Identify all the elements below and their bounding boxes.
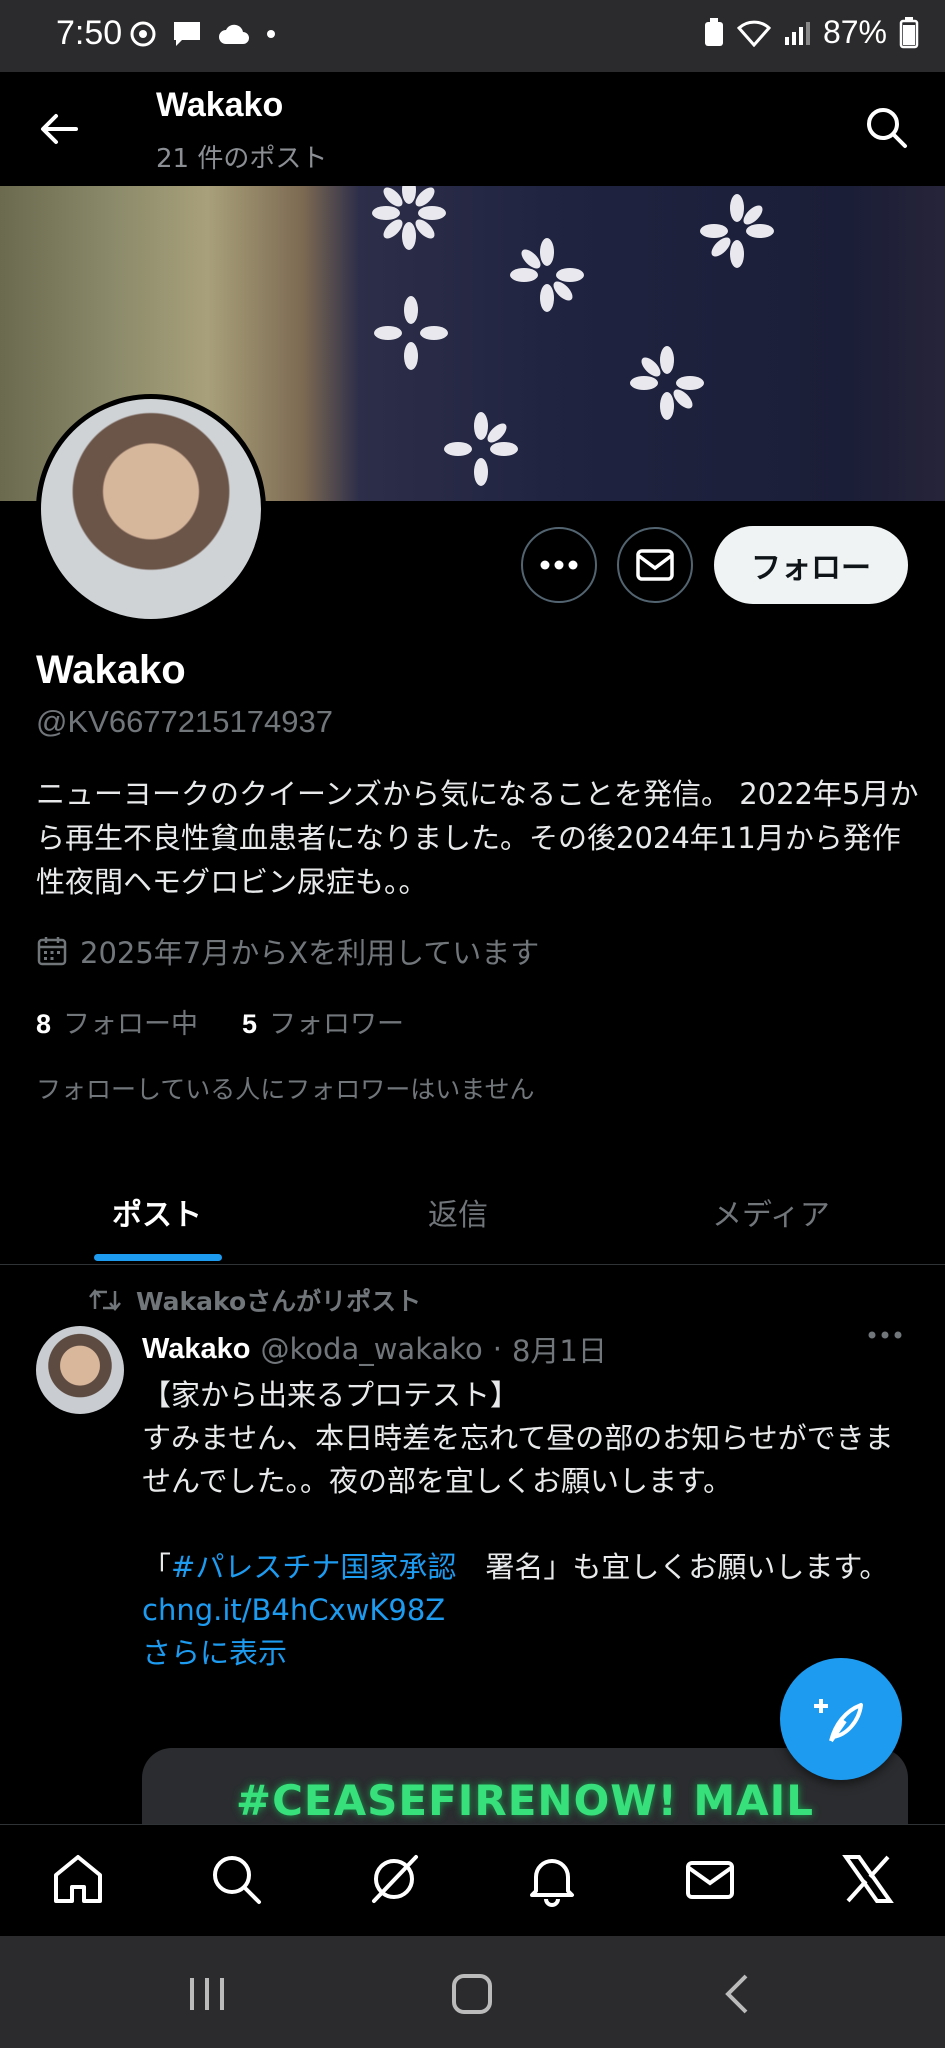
post-header: Wakako @koda_wakako · 8月1日 — [142, 1328, 607, 1370]
tab-replies[interactable]: 返信 — [428, 1190, 488, 1234]
banner-flower-decoration — [374, 296, 448, 370]
app-header: Wakako 21 件のポスト — [0, 72, 945, 186]
post-separator: · — [492, 1332, 502, 1366]
bottom-navigation — [0, 1824, 945, 1937]
post-author-avatar[interactable] — [36, 1326, 124, 1414]
message-button[interactable] — [617, 527, 693, 603]
followers-label: フォロワー — [269, 1009, 405, 1040]
back-arrow-icon[interactable] — [36, 106, 82, 152]
header-title: Wakako — [156, 86, 284, 124]
search-icon[interactable] — [208, 1851, 264, 1907]
tab-media[interactable]: メディア — [712, 1190, 830, 1234]
followers-count: 5 — [242, 1009, 258, 1039]
home-icon[interactable] — [50, 1851, 106, 1907]
profile-avatar[interactable] — [36, 394, 266, 624]
banner-flower-decoration — [510, 238, 584, 312]
post-more-icon[interactable] — [867, 1330, 903, 1340]
banner-flower-decoration — [630, 346, 704, 420]
wifi-icon — [736, 20, 771, 47]
show-more-link[interactable]: さらに表示 — [142, 1632, 912, 1675]
joined-text: 2025年7月からXを利用しています — [80, 936, 540, 970]
post-body[interactable]: 【家から出来るプロテスト】 すみません、本日時差を忘れて昼の部のお知らせができま… — [142, 1374, 912, 1675]
compose-post-button[interactable] — [780, 1658, 902, 1780]
system-navigation-bar — [0, 1936, 945, 2048]
active-tab-indicator — [94, 1254, 222, 1261]
post-link[interactable]: chng.it/B4hCxwK98Z — [142, 1589, 912, 1632]
battery-saver-icon — [704, 17, 723, 46]
post-author-handle[interactable]: @koda_wakako — [261, 1332, 483, 1366]
profile-handle: @KV6677215174937 — [36, 704, 333, 739]
back-button-icon[interactable] — [722, 1972, 752, 2016]
status-notification-icons — [130, 20, 276, 48]
compose-feather-icon — [814, 1699, 863, 1743]
post-text-fragment: 署名」も宜しくお願いします。 — [456, 1550, 889, 1584]
following-link[interactable]: 8 フォロー中 — [36, 1002, 198, 1041]
follow-stats: 8 フォロー中 5 フォロワー — [36, 1002, 404, 1041]
home-button-icon[interactable] — [450, 1972, 494, 2016]
header-post-count: 21 件のポスト — [156, 144, 328, 174]
joined-date: 2025年7月からXを利用しています — [36, 930, 539, 972]
battery-percent: 87% — [822, 14, 887, 50]
repost-icon — [89, 1289, 121, 1311]
profile-tabs: ポスト 返信 メディア — [0, 1160, 945, 1265]
repost-indicator: Wakakoさんがリポスト — [88, 1282, 421, 1318]
following-label: フォロー中 — [63, 1009, 199, 1040]
x-logo-icon[interactable] — [840, 1851, 896, 1907]
more-options-button[interactable] — [521, 527, 597, 603]
followers-link[interactable]: 5 フォロワー — [242, 1002, 404, 1041]
profile-bio: ニューヨークのクイーンズから気になることを発信。 2022年5月から再生不良性貧… — [36, 777, 919, 899]
post-text-fragment: 「 — [142, 1550, 172, 1584]
follow-button[interactable]: フォロー — [714, 526, 908, 604]
tab-posts[interactable]: ポスト — [112, 1190, 202, 1234]
recent-apps-icon[interactable] — [186, 1974, 228, 2014]
repost-label[interactable]: Wakakoさんがリポスト — [136, 1282, 421, 1318]
post-hashtag[interactable]: #パレスチナ国家承認 — [171, 1550, 456, 1584]
banner-flower-decoration — [444, 412, 518, 486]
chrome-icon — [130, 21, 156, 47]
mail-icon — [636, 549, 674, 581]
banner-flower-decoration — [700, 194, 774, 268]
search-icon[interactable] — [863, 104, 909, 150]
profile-name: Wakako — [36, 648, 186, 692]
message-icon — [174, 22, 200, 46]
calendar-icon — [37, 937, 67, 966]
more-horizontal-icon — [540, 560, 578, 570]
mutual-followers-note: フォローしている人にフォロワーはいません — [36, 1075, 535, 1104]
cloud-icon — [219, 24, 249, 44]
post-text-line: すみません、本日時差を忘れて昼の部のお知らせができませんでした。。夜の部を宜しく… — [142, 1421, 894, 1498]
status-right: 87% — [703, 14, 919, 51]
grok-icon[interactable] — [366, 1851, 422, 1907]
post-text-line: 【家から出来るプロテスト】 — [142, 1378, 520, 1412]
status-bar: 7:50 87% — [0, 0, 945, 72]
banner-flower-decoration — [372, 186, 446, 250]
battery-icon — [899, 16, 919, 48]
signal-icon — [784, 21, 810, 45]
following-count: 8 — [36, 1009, 52, 1039]
dot-icon — [267, 30, 275, 38]
status-time: 7:50 — [56, 14, 123, 52]
post-author-name[interactable]: Wakako — [142, 1333, 251, 1366]
notifications-bell-icon[interactable] — [524, 1851, 580, 1907]
post-date[interactable]: 8月1日 — [512, 1328, 607, 1370]
messages-mail-icon[interactable] — [682, 1851, 738, 1907]
post-text-line: 「#パレスチナ国家承認 署名」も宜しくお願いします。 — [142, 1546, 912, 1589]
